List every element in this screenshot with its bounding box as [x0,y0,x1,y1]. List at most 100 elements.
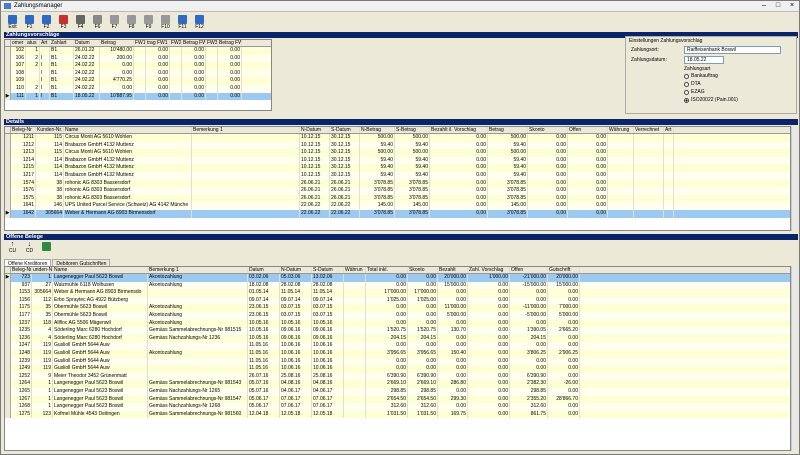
column-header[interactable]: Betrag FW3 [218,40,242,46]
column-header[interactable]: Zahlart [50,40,74,46]
details-grid[interactable]: Beleg-Nr Kunden-Nr. Name Bemerkung 1 N-Datum… [4,126,791,231]
table-row[interactable]: 1237 118 Allfloc AG 5506 Mägenwil Akontozah… [5,319,790,328]
toolbar-button-f10[interactable]: F10 [157,14,174,31]
column-header[interactable]: Art [40,40,50,46]
table-row[interactable]: 1239 119 Guslioll GmbH 5644 Auw 11.05.16 10.… [5,357,790,366]
table-row[interactable]: 1211 115 Circus Monti AG 5610 Wohlen 10.12.… [5,134,790,142]
toolbar-button-f4[interactable]: F4 [72,14,89,31]
column-header[interactable]: Betrag [488,127,528,133]
column-header[interactable]: Art [664,127,674,133]
column-header[interactable]: Name [64,127,192,133]
column-header[interactable]: Beleg-Nr [11,267,32,273]
toolbar-button-f7[interactable]: F7 [106,14,123,31]
table-row[interactable]: 1252 9 Meier Theodor 3452 Grünenmatt 26.07.… [5,372,790,381]
table-row[interactable]: 1177 35 Obermühle 5623 Boswil Akontozahlung… [5,311,790,320]
column-header[interactable]: Zahl. Vorschlag [468,267,510,273]
column-header[interactable]: omer [11,40,26,46]
column-header[interactable]: Betrag [100,40,134,46]
column-header[interactable]: Name [53,267,148,273]
column-header[interactable]: Verrechnet [634,127,664,133]
table-row[interactable]: ▶ 111 1 I B1 18.05.22 10'887.95 0.00 0.00 0.00 [5,92,271,101]
table-row[interactable]: 1574 38 rohonic AG 8303 Bassersdorf 26.06.2… [5,179,790,188]
table-row[interactable]: 1153 305664 Weber & Hermann AG 8903 Birmen… [5,289,790,297]
table-row[interactable]: 1212 114 Brabazon GmbH 4132 Muttenz 10.12.1… [5,141,790,150]
zahlungsdatum-field[interactable]: 18.05.22 [684,56,724,64]
table-row[interactable]: 1175 35 Obermühle 5623 Boswil Akontozahlung… [5,304,790,312]
column-header[interactable]: trag FW1 [146,40,170,46]
table-row[interactable]: 1214 114 Brabazon GmbH 4132 Muttenz 10.12.1… [5,156,790,165]
column-header[interactable]: S-Datum [312,267,344,273]
table-row[interactable]: 1264 1 Langenegger Paul 5623 Boswil Gemäss … [5,380,790,388]
radio-ezag[interactable]: EZAG [684,89,705,95]
table-row[interactable]: 110 2 I B1 24.02.22 0.00 0.00 0.00 0.00 [5,84,271,93]
vorschlaege-grid[interactable]: omer atus Art Zahlart Datum Betrag FW1 trag FW1… [4,39,272,111]
toolbar-button-f3[interactable]: F3 [55,14,72,31]
table-row[interactable]: 1267 1 Langenegger Paul 5623 Boswil Gemäss … [5,395,790,404]
table-row[interactable]: 1236 4 Söderling Marc 6280 Hochdorf Gemäss … [5,334,790,343]
column-header[interactable]: Gutschrift [548,267,580,273]
column-header[interactable]: N-Datum [280,267,312,273]
column-header[interactable]: Skonto [408,267,438,273]
table-row[interactable]: 1215 114 Brabazon GmbH 4132 Muttenz 10.12.1… [5,164,790,172]
column-header[interactable]: Datum [248,267,280,273]
table-row[interactable]: 1265 1 Langenegger Paul 5623 Boswil Gemäss … [5,387,790,396]
column-header[interactable]: unden-Nr [32,267,53,273]
table-row[interactable]: 1249 119 Guslioll GmbH 5644 Auw 11.05.16 10.… [5,365,790,373]
column-header[interactable]: FW1 [134,40,146,46]
column-header[interactable]: FW3 [206,40,218,46]
column-header[interactable]: Bezahlt [438,267,468,273]
toolbar-button-f9[interactable]: F9 [140,14,157,31]
toolbar-button-f6[interactable]: F6 [89,14,106,31]
column-header[interactable]: Offen [568,127,608,133]
toolbar-button-exit[interactable]: Exit [4,14,21,31]
column-header[interactable]: N-Datum [300,127,330,133]
table-row[interactable]: 1213 115 Circus Monti AG 5610 Wohlen 10.12.… [5,149,790,157]
offene-grid[interactable]: Beleg-Nr unden-Nr Name Bemerkung 1 Datum N-Da… [4,266,791,451]
column-header[interactable]: atus [26,40,40,46]
table-row[interactable]: 1268 1 Langenegger Paul 5623 Boswil Gemäss … [5,403,790,411]
button-cd[interactable]: ↓ CD [21,241,38,258]
button-cu[interactable]: ↑ CU [4,241,21,258]
minimize-icon[interactable]: – [757,1,771,11]
column-header[interactable]: Total inkl. [366,267,408,273]
column-header[interactable]: Beleg-Nr [11,127,36,133]
column-header[interactable]: Datum [74,40,100,46]
table-row[interactable]: 1217 114 Brabazon GmbH 4132 Muttenz 10.12.1… [5,171,790,180]
table-row[interactable]: 1156 112 Erbo Spraytec AG 4922 Bützberg 09.… [5,296,790,305]
maximize-icon[interactable]: □ [771,1,785,11]
column-header[interactable]: FW2 [170,40,182,46]
column-header[interactable]: Skonto [528,127,568,133]
table-row[interactable]: 1235 4 Söderling Marc 6280 Hochdorf Gemäss … [5,327,790,335]
table-row[interactable]: ▶ 723 1 Langenegger Paul 5623 Boswil Akontoz… [5,274,790,282]
column-header[interactable]: Kunden-Nr. [36,127,64,133]
table-row[interactable]: 1247 119 Guslioll GmbH 5644 Auw 11.05.16 10.… [5,342,790,350]
column-header[interactable]: Bemerkung 1 [192,127,300,133]
table-row[interactable]: 108 I B1 24.02.22 0.00 0.00 0.00 0.00 [5,69,271,78]
toolbar-button-f1[interactable]: F1 [21,14,38,31]
column-header[interactable]: Betrag FW2 [182,40,206,46]
zahlungsort-select[interactable]: Raiffeisenbank Boswil [684,46,781,54]
column-header[interactable]: Währung [608,127,634,133]
column-header[interactable]: N-Betrag [360,127,395,133]
table-row[interactable]: 1576 38 rohonic AG 8303 Bassersdorf 26.06.2… [5,187,790,195]
toolbar-button-f12[interactable]: F12 [191,14,208,31]
table-row[interactable]: 1641 146 UPS United Parcel Service (Schwei… [5,202,790,210]
toolbar-button-f11[interactable]: F11 [174,14,191,31]
table-row[interactable]: ▶ 1642 305664 Weber & Hermann AG 8903 Birme… [5,209,790,218]
table-row[interactable]: 1275 123 Kofmel Mühle 4543 Deitingen Gemäss… [5,410,790,419]
column-header[interactable]: Bemerkung 1 [148,267,248,273]
table-row[interactable]: 1575 38 rohonic AG 8303 Bassersdorf 26.06.2… [5,194,790,203]
column-header[interactable]: S-Datum [330,127,360,133]
column-header[interactable]: Währun [344,267,366,273]
table-row[interactable]: 109 I B1 24.02.22 4'770.25 0.00 0.00 0.00 [5,77,271,85]
table-row[interactable]: 102 1 B1 26.01.22 10'480.00 0.00 0.00 0.00 [5,47,271,55]
export-button[interactable] [38,241,55,258]
details-scrollbar[interactable] [791,126,798,231]
radio-bankauftrag[interactable]: Bankauftrag [684,73,718,79]
close-icon[interactable]: × [785,1,799,11]
offene-scrollbar[interactable] [791,266,798,451]
toolbar-button-f2[interactable]: F2 [38,14,55,31]
toolbar-button-f8[interactable]: F8 [123,14,140,31]
column-header[interactable]: Bezahlt il. Vorschlag [430,127,488,133]
table-row[interactable]: 937 27 Walzmühle 6118 Wolhusen Akontozahlun… [5,281,790,290]
